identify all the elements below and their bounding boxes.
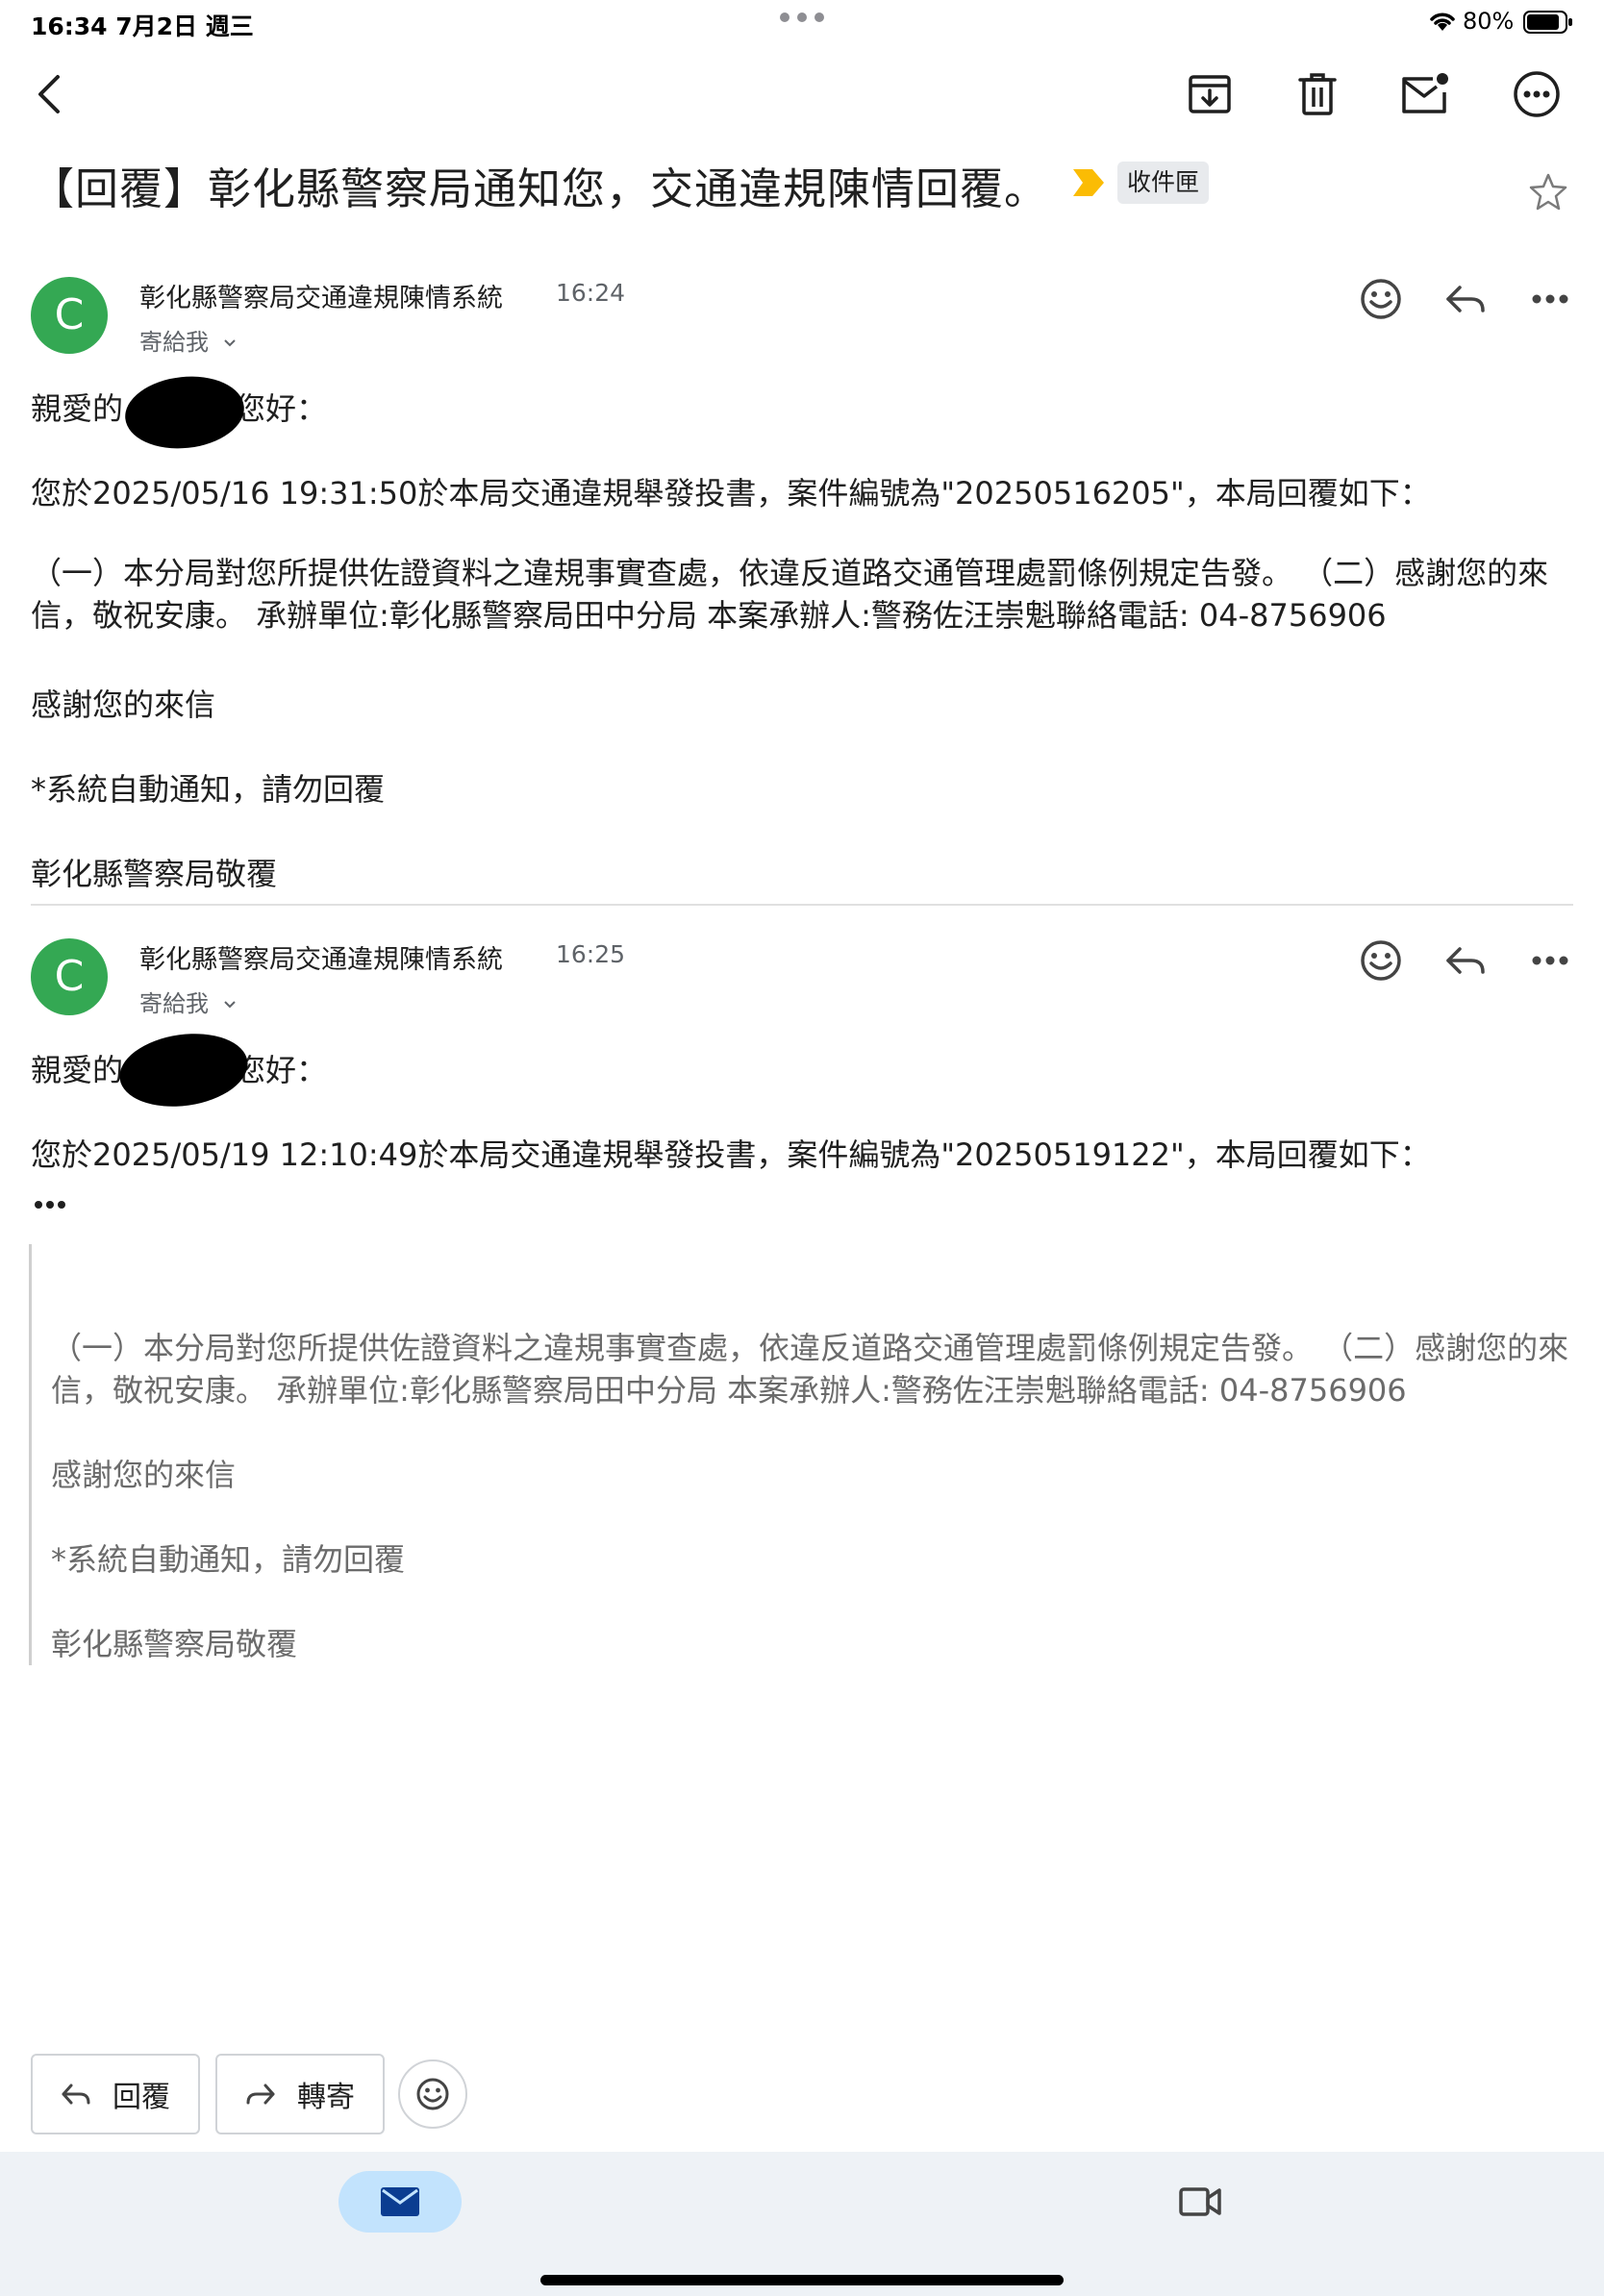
more-circle-icon [1512, 69, 1562, 119]
recipient-details-toggle[interactable]: 寄給我 [139, 985, 238, 1018]
battery-icon [1523, 10, 1573, 35]
quoted-line-auto-notice: *系統自動通知，請勿回覆 [51, 1541, 406, 1578]
body-paragraph-result: （一）本分局對您所提供佐證資料之違規事實查處，依違反道路交通管理處罰條例規定告發… [31, 555, 1549, 634]
multitasking-dots-icon[interactable] [779, 12, 825, 23]
bottom-navigation [0, 2152, 1604, 2296]
wifi-icon [1427, 10, 1458, 33]
archive-icon [1187, 71, 1233, 117]
importance-marker-icon[interactable] [1069, 165, 1108, 200]
nav-mail-tab[interactable] [338, 2171, 462, 2233]
email-subject: 【回覆】彰化縣警察局通知您，交通違規陳情回覆。 [31, 163, 1049, 214]
quoted-paragraph-result: （一）本分局對您所提供佐證資料之違規事實查處，依違反道路交通管理處罰條例規定告發… [51, 1330, 1569, 1409]
message-divider [31, 904, 1573, 906]
greeting-suffix: 您好： [235, 1052, 328, 1088]
body-line-case: 您於2025/05/19 12:10:49於本局交通違規舉發投書，案件編號為"2… [31, 1136, 1431, 1173]
delete-button[interactable] [1289, 65, 1346, 123]
add-reaction-button[interactable] [1354, 934, 1408, 987]
quoted-line-thanks: 感謝您的來信 [51, 1457, 237, 1493]
home-indicator[interactable] [540, 2275, 1064, 2285]
reply-button[interactable] [1439, 272, 1492, 326]
status-time-date: 16:34 7月2日 週三 [31, 12, 254, 40]
sender-name: 彰化縣警察局交通違規陳情系統 [139, 284, 503, 313]
redaction-mark [121, 370, 248, 455]
recipient-details-toggle[interactable]: 寄給我 [139, 323, 238, 357]
message-more-button[interactable] [1523, 934, 1577, 987]
recipient-label: 寄給我 [139, 329, 209, 356]
forward-action-button[interactable]: 轉寄 [215, 2054, 385, 2134]
quoted-content: （一）本分局對您所提供佐證資料之違規事實查處，依違反道路交通管理處罰條例規定告發… [29, 1244, 1582, 1665]
back-arrow-icon [33, 73, 67, 115]
message-more-button[interactable] [1523, 272, 1577, 326]
sender-name: 彰化縣警察局交通違規陳情系統 [139, 945, 503, 975]
reply-arrow-icon [1444, 943, 1487, 978]
greeting-prefix: 親愛的 [31, 1052, 124, 1088]
more-horizontal-icon [34, 1200, 66, 1210]
reply-arrow-icon [61, 2082, 91, 2107]
message-time: 16:24 [556, 279, 626, 307]
greeting-prefix: 親愛的 [31, 390, 124, 427]
mark-unread-button[interactable] [1396, 65, 1454, 123]
quoted-line-signoff: 彰化縣警察局敬覆 [51, 1626, 298, 1662]
status-bar: 16:34 7月2日 週三 80% [0, 0, 1604, 46]
chevron-down-icon [222, 999, 238, 1011]
redaction-mark [114, 1026, 253, 1114]
mail-icon [379, 2185, 421, 2218]
emoji-icon [1360, 278, 1402, 320]
chevron-down-icon [222, 337, 238, 349]
forward-action-label: 轉寄 [297, 2081, 355, 2114]
sender-avatar[interactable]: C [31, 277, 108, 354]
archive-button[interactable] [1181, 65, 1239, 123]
body-line-auto-notice: *系統自動通知，請勿回覆 [31, 771, 386, 808]
mark-unread-icon [1400, 71, 1450, 117]
reply-button[interactable] [1439, 934, 1492, 987]
nav-meet-tab[interactable] [1173, 2175, 1227, 2229]
reply-action-button[interactable]: 回覆 [31, 2054, 200, 2134]
video-icon [1178, 2185, 1222, 2218]
label-chip-inbox[interactable]: 收件匣 [1117, 162, 1210, 204]
reply-arrow-icon [1444, 282, 1487, 316]
more-horizontal-icon [1531, 955, 1569, 966]
add-reaction-button[interactable] [1354, 272, 1408, 326]
body-line-thanks: 感謝您的來信 [31, 686, 216, 723]
battery-percent: 80% [1463, 8, 1515, 35]
greeting-suffix: 您好： [235, 390, 328, 427]
add-reaction-button[interactable] [398, 2059, 467, 2129]
forward-arrow-icon [245, 2082, 276, 2107]
emoji-icon [415, 2077, 450, 2111]
body-line-case: 您於2025/05/16 19:31:50於本局交通違規舉發投書，案件編號為"2… [31, 475, 1431, 512]
recipient-label: 寄給我 [139, 990, 209, 1017]
body-line-signoff: 彰化縣警察局敬覆 [31, 856, 278, 892]
message-time: 16:25 [556, 940, 626, 968]
reply-action-label: 回覆 [113, 2081, 170, 2114]
more-horizontal-icon [1531, 293, 1569, 305]
show-trimmed-content-button[interactable] [31, 1190, 69, 1219]
trash-icon [1296, 71, 1339, 117]
star-icon[interactable] [1527, 171, 1569, 213]
back-button[interactable] [21, 65, 79, 123]
sender-avatar[interactable]: C [31, 938, 108, 1015]
more-options-button[interactable] [1508, 65, 1566, 123]
emoji-icon [1360, 939, 1402, 982]
